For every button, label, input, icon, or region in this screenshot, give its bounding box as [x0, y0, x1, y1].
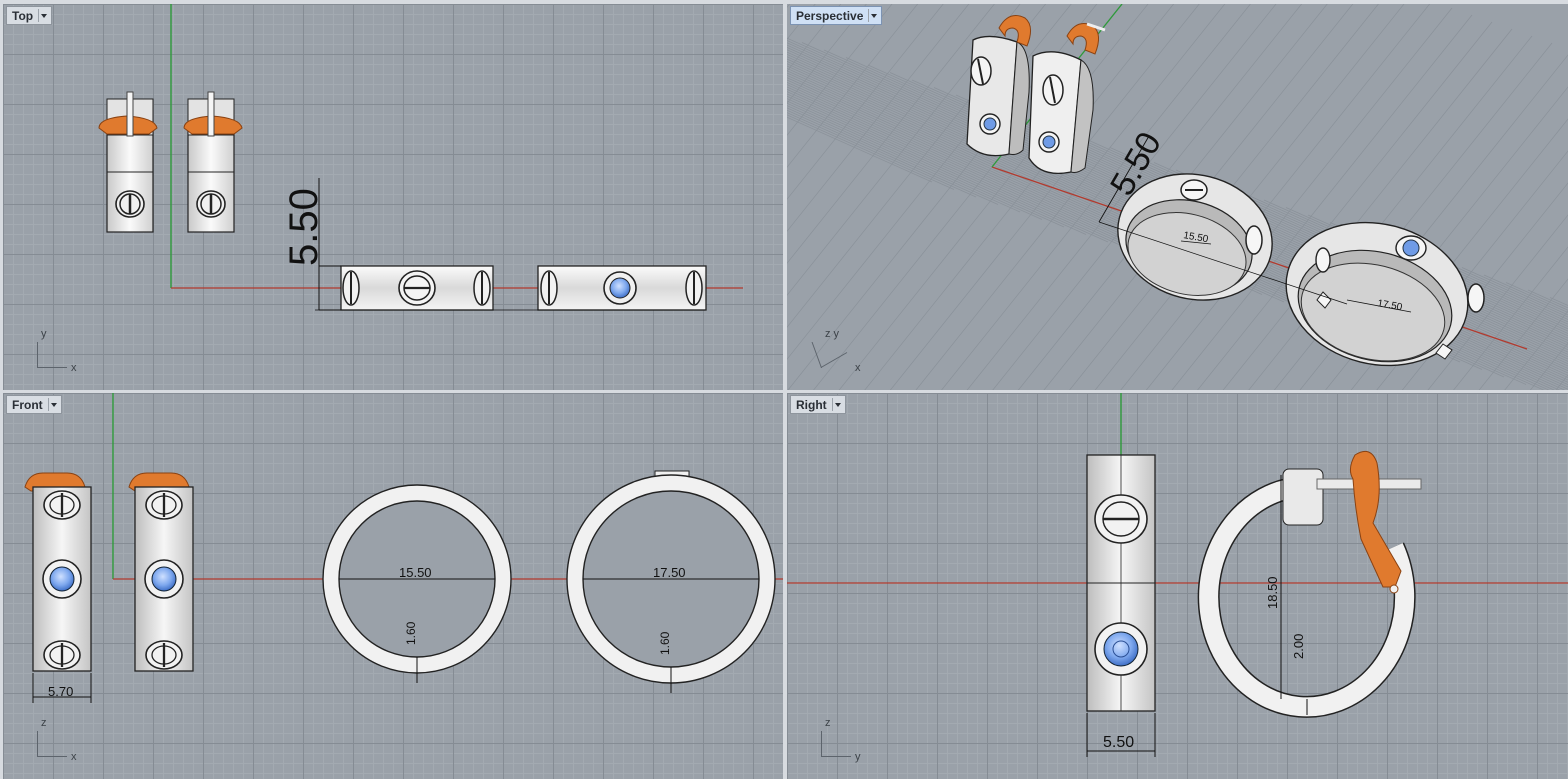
svg-text:2.00: 2.00	[1291, 634, 1306, 659]
viewport-title-perspective: Perspective	[796, 8, 864, 23]
viewport-title-right: Right	[796, 397, 827, 412]
svg-text:1.60: 1.60	[404, 621, 418, 645]
svg-text:1.60: 1.60	[658, 631, 672, 655]
viewport-tab-perspective[interactable]: Perspective	[790, 6, 883, 25]
viewport-tab-top[interactable]: Top	[6, 6, 53, 25]
svg-text:5.70: 5.70	[48, 684, 73, 699]
ring-front-large[interactable]: 17.50 1.60	[566, 470, 776, 693]
axis-indicator: yx	[37, 328, 81, 374]
earring-front-1[interactable]	[24, 472, 92, 672]
svg-text:17.50: 17.50	[653, 565, 686, 580]
axis-indicator: z yx	[811, 328, 865, 374]
earring-persp-1[interactable]	[966, 15, 1031, 157]
earring-top-2[interactable]	[183, 91, 243, 233]
earring-front-2[interactable]	[128, 472, 194, 672]
viewport-dropdown-icon[interactable]	[38, 9, 49, 22]
ring-band-top-2[interactable]	[537, 265, 707, 311]
dimension-band-width: 5.50	[1086, 713, 1156, 757]
axis-indicator: zx	[37, 717, 81, 763]
hoop-right[interactable]	[1197, 450, 1422, 718]
viewport-dropdown-icon[interactable]	[868, 9, 879, 22]
front-scene: 5.70 15.50 1.60 17.50 1.60	[24, 393, 783, 703]
dimension-earring-width: 5.70	[32, 673, 92, 703]
viewport-title-top: Top	[12, 8, 34, 23]
ring-band-top-1[interactable]	[340, 265, 494, 311]
viewport-front[interactable]: Front 5.70 15.50 1.60 17.50 1.60 z x	[3, 393, 783, 779]
ring-front-small[interactable]: 15.50 1.60	[322, 484, 512, 683]
viewport-perspective[interactable]: Perspective 5.50 15.50 17.50 z y x	[787, 4, 1568, 390]
viewport-dropdown-icon[interactable]	[47, 398, 59, 411]
dimension-label: 5.50	[282, 188, 326, 266]
svg-text:5.50: 5.50	[1103, 734, 1134, 751]
ring-right-band[interactable]	[1086, 454, 1156, 712]
earring-persp-2[interactable]	[1028, 22, 1106, 175]
earring-top-1[interactable]	[98, 91, 158, 233]
viewport-tab-right[interactable]: Right	[790, 395, 846, 414]
axis-indicator: zy	[821, 717, 865, 763]
viewport-title-front: Front	[12, 397, 43, 412]
top-scene: 5.50	[98, 4, 743, 311]
perspective-scene: 5.50 15.50 17.50	[787, 4, 1568, 390]
viewport-right[interactable]: Right 5.50 18.50 2.00 z y	[787, 393, 1568, 779]
viewport-top[interactable]: Top 5.50 y x	[3, 4, 783, 390]
svg-text:18.50: 18.50	[1265, 576, 1280, 609]
viewport-dropdown-icon[interactable]	[831, 398, 843, 411]
ring-persp-large[interactable]	[1271, 204, 1485, 384]
viewport-tab-front[interactable]: Front	[6, 395, 62, 414]
right-scene: 5.50 18.50 2.00	[787, 393, 1568, 757]
svg-text:15.50: 15.50	[399, 565, 432, 580]
